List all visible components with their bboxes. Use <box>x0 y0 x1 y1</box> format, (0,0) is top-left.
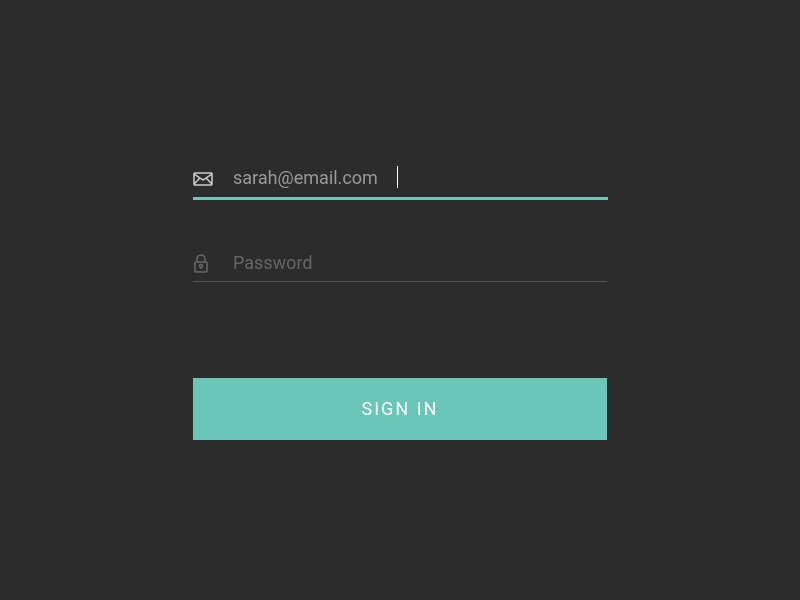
login-form: SIGN IN <box>193 160 607 440</box>
lock-icon <box>193 254 233 274</box>
signin-button[interactable]: SIGN IN <box>193 378 607 440</box>
password-underline <box>193 281 607 282</box>
password-input[interactable] <box>233 245 607 282</box>
email-field-group <box>193 160 607 197</box>
email-input[interactable] <box>233 160 607 197</box>
text-cursor <box>397 166 398 188</box>
password-field-group <box>193 245 607 282</box>
email-icon <box>193 172 233 186</box>
email-underline <box>193 197 608 200</box>
